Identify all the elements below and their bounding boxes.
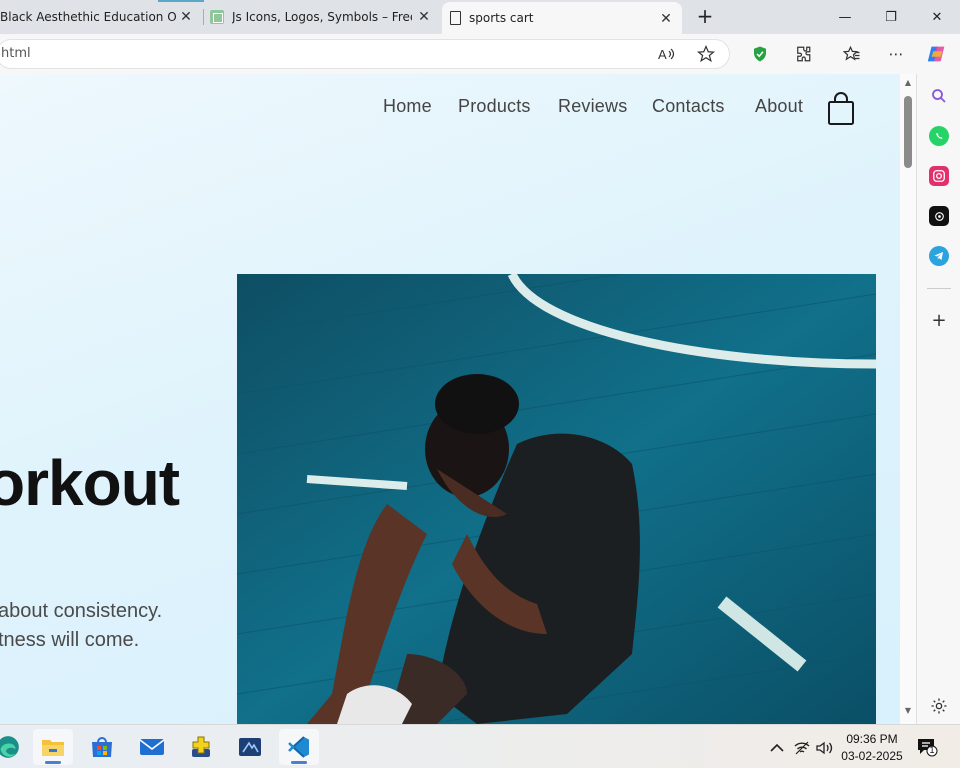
nav-home[interactable]: Home	[383, 96, 432, 117]
scroll-up-arrow-icon[interactable]: ▲	[903, 78, 913, 88]
tab-sports-cart[interactable]: sports cart ✕	[442, 2, 682, 34]
tab-title: Black Aesthethic Education Online	[0, 10, 176, 24]
close-window-button[interactable]: ✕	[914, 0, 960, 34]
hero-image	[237, 274, 876, 724]
whatsapp-icon[interactable]	[929, 126, 949, 146]
tab-title: Js Icons, Logos, Symbols – Free Do	[232, 10, 412, 24]
nav-contacts[interactable]: Contacts	[652, 96, 725, 117]
hero-text-line-2: tness will come.	[0, 629, 140, 651]
active-app-indicator	[45, 761, 61, 764]
favorites-icon[interactable]	[841, 43, 863, 65]
scroll-down-arrow-icon[interactable]: ▼	[903, 706, 913, 716]
active-app-indicator	[291, 761, 307, 764]
shopping-bag-icon[interactable]	[826, 92, 856, 126]
browser-toolbar: html A ⋯	[0, 34, 960, 74]
taskbar: 09:36 PM 03-02-2025 1	[0, 724, 960, 768]
close-tab-icon[interactable]: ✕	[658, 11, 674, 27]
edge-sidebar: +	[916, 74, 960, 724]
read-aloud-icon[interactable]: A	[655, 43, 677, 65]
nav-reviews[interactable]: Reviews	[558, 96, 627, 117]
tab-title: sports cart	[469, 11, 534, 25]
address-bar[interactable]: html	[0, 39, 730, 69]
site-nav: Home Products Reviews Contacts About	[0, 96, 900, 126]
restore-button[interactable]: ❐	[868, 0, 914, 34]
app-plus-icon[interactable]	[181, 729, 221, 765]
tab-strip: Black Aesthethic Education Online ✕ Js I…	[0, 0, 960, 34]
settings-icon[interactable]	[929, 696, 949, 716]
address-text: html	[1, 46, 31, 61]
copilot-icon[interactable]	[926, 43, 948, 65]
notification-icon[interactable]: 1	[916, 737, 938, 757]
page-viewport: Home Products Reviews Contacts About ork…	[0, 74, 900, 724]
notification-count-badge: 1	[929, 745, 935, 755]
file-explorer-icon[interactable]	[33, 729, 73, 765]
nav-products[interactable]: Products	[458, 96, 531, 117]
shield-extension-icon[interactable]	[749, 43, 771, 65]
app-settings-icon[interactable]	[230, 729, 270, 765]
sidebar-divider	[927, 288, 951, 289]
more-icon[interactable]: ⋯	[885, 43, 907, 65]
scroll-thumb[interactable]	[904, 96, 912, 168]
chatgpt-icon[interactable]	[929, 206, 949, 226]
mail-icon[interactable]	[132, 729, 172, 765]
close-tab-icon[interactable]: ✕	[416, 9, 432, 25]
clock-time: 09:36 PM	[846, 732, 898, 746]
instagram-icon[interactable]	[929, 166, 949, 186]
page-scrollbar[interactable]: ▲ ▼	[900, 74, 916, 724]
volume-icon[interactable]	[816, 739, 834, 757]
microsoft-store-icon[interactable]	[82, 729, 122, 765]
chevron-up-icon[interactable]	[768, 739, 786, 757]
vscode-icon[interactable]	[279, 729, 319, 765]
hero-title: orkout	[0, 447, 180, 519]
extensions-icon[interactable]	[792, 43, 814, 65]
nav-about[interactable]: About	[755, 96, 803, 117]
network-icon[interactable]	[793, 739, 811, 757]
clock-date: 03-02-2025	[841, 749, 903, 763]
minimize-button[interactable]: —	[822, 0, 868, 34]
tab-black-aesthetic[interactable]: Black Aesthethic Education Online ✕	[0, 0, 202, 34]
new-tab-button[interactable]: +	[694, 6, 716, 28]
close-tab-icon[interactable]: ✕	[178, 9, 194, 25]
hero-text-line-1: about consistency.	[0, 600, 163, 622]
page-favicon-icon	[450, 11, 461, 25]
sheet-favicon-icon	[210, 10, 224, 24]
telegram-icon[interactable]	[929, 246, 949, 266]
search-icon[interactable]	[929, 86, 949, 106]
tab-js-icons[interactable]: Js Icons, Logos, Symbols – Free Do ✕	[204, 0, 440, 34]
edge-icon[interactable]	[0, 729, 28, 765]
add-icon[interactable]: +	[929, 310, 949, 331]
favorite-star-icon[interactable]	[695, 43, 717, 65]
svg-text:A: A	[658, 47, 667, 62]
system-clock[interactable]: 09:36 PM 03-02-2025	[838, 731, 906, 765]
